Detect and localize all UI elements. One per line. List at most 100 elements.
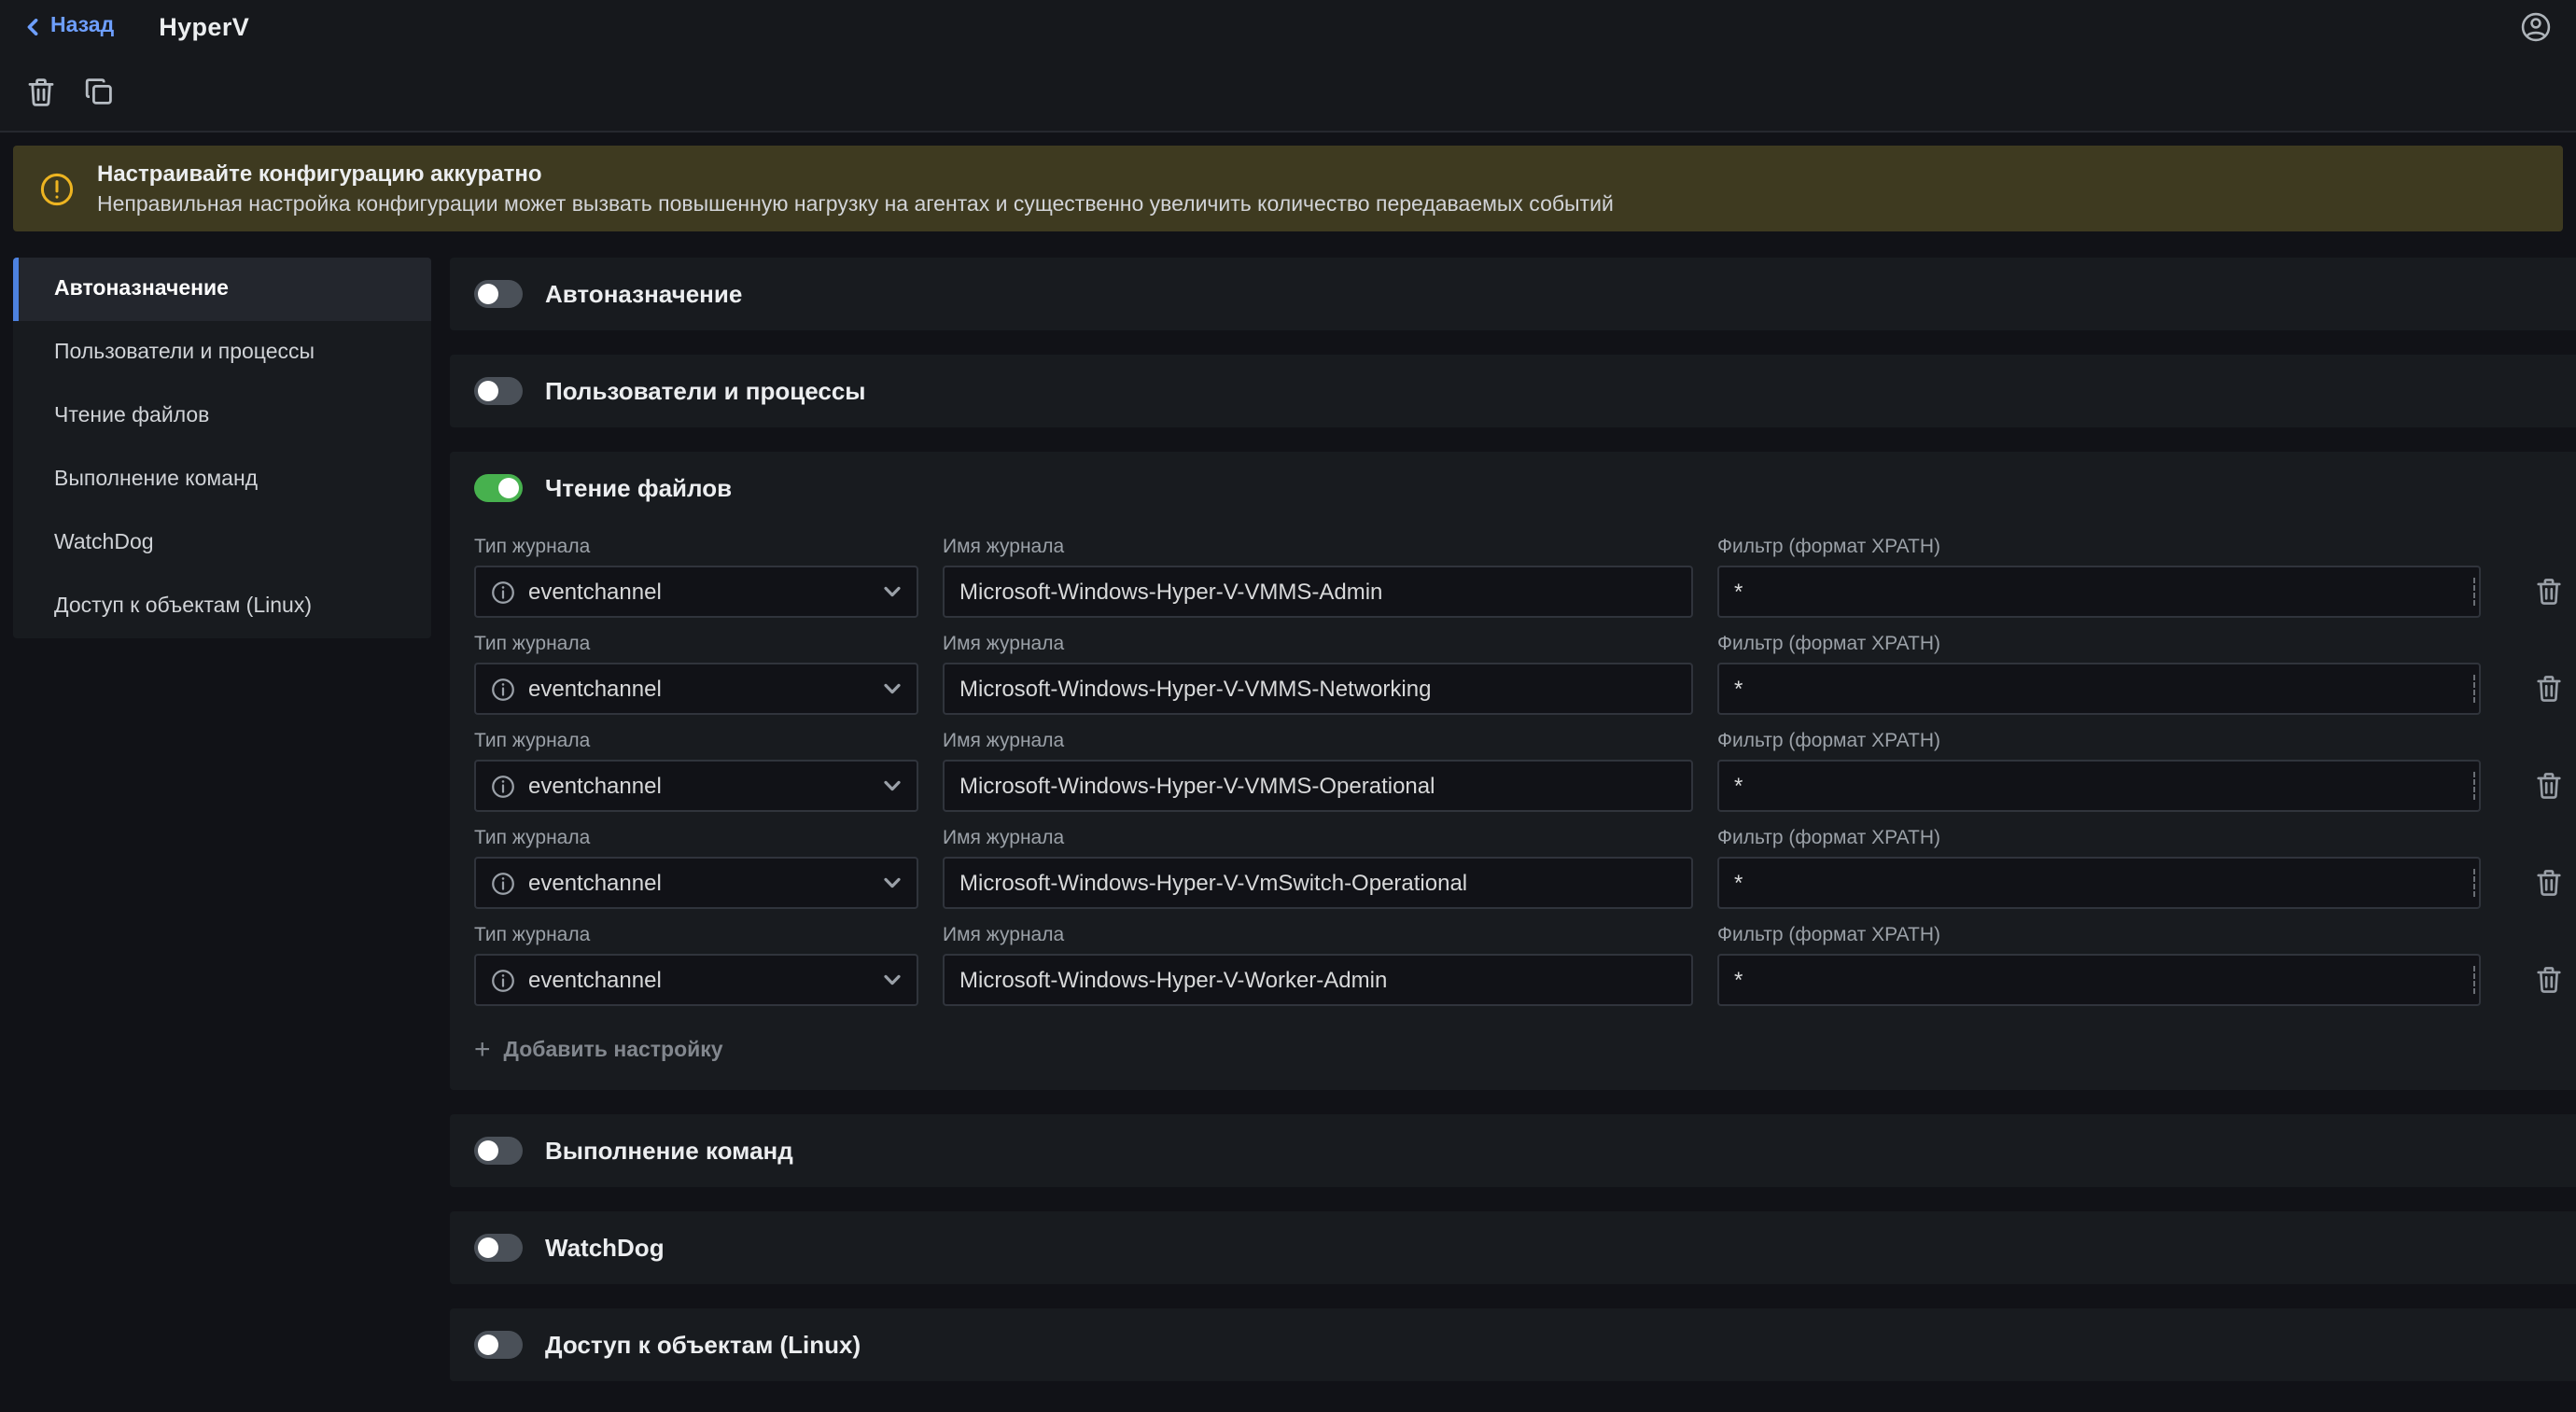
- toggle-knob: [478, 1237, 498, 1258]
- chevron-down-icon: [883, 679, 902, 698]
- log-filter-label: Фильтр (формат XPATH): [1717, 730, 2481, 752]
- log-name-field: Имя журнала: [943, 633, 1693, 715]
- log-filter-label: Фильтр (формат XPATH): [1717, 536, 2481, 558]
- section-autoassign: Автоназначение: [450, 258, 2576, 330]
- content: Автоназначение Пользователи и процессы Ч…: [0, 258, 2576, 1381]
- log-type-label: Тип журнала: [474, 536, 918, 558]
- log-type-label: Тип журнала: [474, 633, 918, 655]
- toggle-knob: [478, 284, 498, 304]
- delete-row-button[interactable]: [2535, 577, 2563, 607]
- warning-banner: Настраивайте конфигурацию аккуратно Непр…: [13, 146, 2563, 231]
- sidebar-item-watchdog[interactable]: WatchDog: [13, 511, 431, 575]
- section-toggle[interactable]: [474, 280, 523, 308]
- log-filter-input[interactable]: [1717, 663, 2481, 715]
- sidebar-item-linux-objects[interactable]: Доступ к объектам (Linux): [13, 575, 431, 638]
- sidebar-item-autoassign[interactable]: Автоназначение: [13, 258, 431, 321]
- log-type-select[interactable]: eventchannel: [474, 760, 918, 812]
- log-name-input[interactable]: [943, 566, 1693, 618]
- log-name-field: Имя журнала: [943, 827, 1693, 909]
- log-name-input[interactable]: [943, 954, 1693, 1006]
- log-name-input[interactable]: [943, 857, 1693, 909]
- sidebar-item-users-processes[interactable]: Пользователи и процессы: [13, 321, 431, 384]
- section-header: Выполнение команд: [450, 1114, 2576, 1187]
- trash-icon: [2535, 868, 2563, 898]
- log-filter-label: Фильтр (формат XPATH): [1717, 827, 2481, 849]
- sidebar-item-label: Доступ к объектам (Linux): [54, 595, 312, 618]
- trash-icon: [2535, 965, 2563, 995]
- log-name-field: Имя журнала: [943, 730, 1693, 812]
- section-toggle[interactable]: [474, 474, 523, 502]
- warning-message: Неправильная настройка конфигурации може…: [97, 194, 1614, 217]
- delete-config-button[interactable]: [26, 76, 56, 107]
- section-watchdog: WatchDog: [450, 1211, 2576, 1284]
- section-header: Автоназначение: [450, 258, 2576, 330]
- log-type-value: eventchannel: [528, 773, 662, 799]
- add-setting-button[interactable]: + Добавить настройку: [474, 1036, 723, 1064]
- app-bar: Назад HyperV: [0, 0, 2576, 52]
- sidebar-item-file-reading[interactable]: Чтение файлов: [13, 384, 431, 448]
- log-type-value: eventchannel: [528, 870, 662, 896]
- log-name-field: Имя журнала: [943, 924, 1693, 1006]
- log-filter-field: Фильтр (формат XPATH): [1717, 536, 2481, 618]
- sidebar: Автоназначение Пользователи и процессы Ч…: [13, 258, 431, 638]
- log-filter-input[interactable]: [1717, 954, 2481, 1006]
- log-filter-input[interactable]: [1717, 566, 2481, 618]
- section-linux-objects: Доступ к объектам (Linux): [450, 1308, 2576, 1381]
- log-filter-input[interactable]: [1717, 857, 2481, 909]
- delete-row-button[interactable]: [2535, 771, 2563, 801]
- log-name-label: Имя журнала: [943, 924, 1693, 946]
- plus-icon: +: [474, 1036, 491, 1064]
- info-circle-icon: [491, 774, 515, 798]
- warning-title: Настраивайте конфигурацию аккуратно: [97, 161, 1614, 187]
- sidebar-item-label: Автоназначение: [54, 278, 229, 301]
- log-type-select[interactable]: eventchannel: [474, 857, 918, 909]
- log-type-select[interactable]: eventchannel: [474, 663, 918, 715]
- log-config-row: Тип журнала eventchannel Имя журнала: [474, 730, 2563, 812]
- toggle-knob: [478, 1140, 498, 1161]
- log-name-label: Имя журнала: [943, 730, 1693, 752]
- log-name-input[interactable]: [943, 760, 1693, 812]
- user-menu-button[interactable]: [2520, 10, 2552, 42]
- section-header: WatchDog: [450, 1211, 2576, 1284]
- log-type-value: eventchannel: [528, 967, 662, 993]
- log-type-field: Тип журнала eventchannel: [474, 827, 918, 909]
- delete-row-button[interactable]: [2535, 674, 2563, 704]
- back-button[interactable]: Назад: [24, 15, 114, 37]
- log-config-row: Тип журнала eventchannel Имя журнала: [474, 633, 2563, 715]
- sections: Автоназначение Пользователи и процессы Ч…: [450, 258, 2576, 1381]
- log-filter-field: Фильтр (формат XPATH): [1717, 827, 2481, 909]
- section-toggle[interactable]: [474, 1234, 523, 1262]
- chevron-left-icon: [24, 18, 41, 35]
- delete-row-button[interactable]: [2535, 965, 2563, 995]
- log-name-input[interactable]: [943, 663, 1693, 715]
- log-type-field: Тип журнала eventchannel: [474, 536, 918, 618]
- log-type-label: Тип журнала: [474, 827, 918, 849]
- section-header: Чтение файлов: [450, 452, 2576, 524]
- log-filter-field: Фильтр (формат XPATH): [1717, 633, 2481, 715]
- section-header: Пользователи и процессы: [450, 355, 2576, 427]
- copy-config-button[interactable]: [84, 77, 114, 106]
- add-setting-label: Добавить настройку: [504, 1039, 723, 1061]
- sidebar-item-command-execution[interactable]: Выполнение команд: [13, 448, 431, 511]
- top-bars: Назад HyperV: [0, 0, 2576, 133]
- delete-row-button[interactable]: [2535, 868, 2563, 898]
- chevron-down-icon: [883, 874, 902, 892]
- log-type-field: Тип журнала eventchannel: [474, 730, 918, 812]
- section-command-execution: Выполнение команд: [450, 1114, 2576, 1187]
- sidebar-item-label: Чтение файлов: [54, 405, 209, 427]
- info-circle-icon: [491, 580, 515, 604]
- section-title: Автоназначение: [545, 280, 742, 308]
- section-toggle[interactable]: [474, 1331, 523, 1359]
- log-type-select[interactable]: eventchannel: [474, 566, 918, 618]
- log-type-value: eventchannel: [528, 676, 662, 702]
- log-filter-input[interactable]: [1717, 760, 2481, 812]
- section-toggle[interactable]: [474, 1137, 523, 1165]
- log-filter-label: Фильтр (формат XPATH): [1717, 633, 2481, 655]
- log-type-value: eventchannel: [528, 579, 662, 605]
- trash-icon: [26, 76, 56, 107]
- chevron-down-icon: [883, 971, 902, 989]
- log-type-select[interactable]: eventchannel: [474, 954, 918, 1006]
- log-type-field: Тип журнала eventchannel: [474, 633, 918, 715]
- back-label: Назад: [50, 15, 114, 37]
- section-toggle[interactable]: [474, 377, 523, 405]
